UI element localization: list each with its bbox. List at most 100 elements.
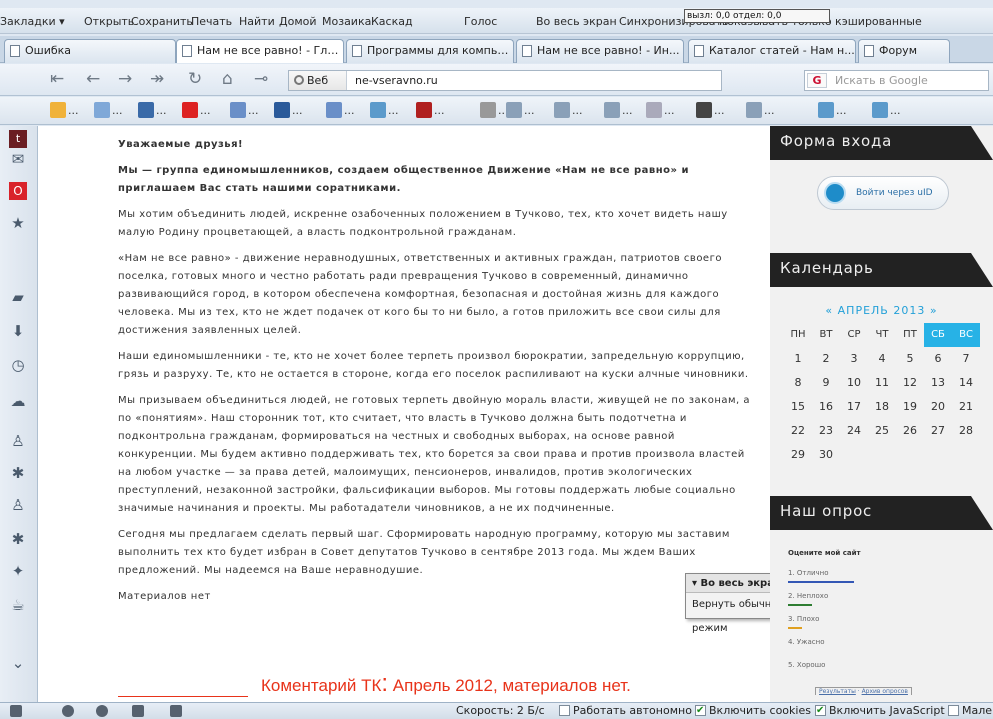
tab-error[interactable]: Ошибка: [4, 39, 176, 63]
menu-save[interactable]: Сохранить: [131, 15, 193, 28]
bookmark-item[interactable]: ...: [370, 102, 399, 120]
calendar-day[interactable]: 6: [924, 347, 952, 371]
menu-mosaic[interactable]: Мозаика: [322, 15, 371, 28]
calendar-day[interactable]: 19: [896, 395, 924, 419]
calendar-day[interactable]: 26: [896, 419, 924, 443]
bookmark-item[interactable]: ...: [182, 102, 211, 120]
puzzle-icon[interactable]: ✦: [9, 562, 27, 580]
expand-icon[interactable]: ⌄: [9, 654, 27, 672]
java-icon[interactable]: ☕: [9, 596, 27, 614]
image-icon[interactable]: [132, 705, 144, 717]
bookmark-item[interactable]: ...: [646, 102, 675, 120]
back-icon[interactable]: ←: [86, 70, 100, 88]
bookmark-item[interactable]: ...: [604, 102, 633, 120]
menu-cascade[interactable]: Каскад: [371, 15, 413, 28]
calendar-day[interactable]: 2: [812, 347, 840, 371]
calendar-day[interactable]: 1: [784, 347, 812, 371]
bookmark-item[interactable]: ...: [818, 102, 847, 120]
calendar-day[interactable]: 27: [924, 419, 952, 443]
bookmark-item[interactable]: ...: [872, 102, 901, 120]
poll-results-link[interactable]: Результаты: [819, 688, 856, 695]
calendar-day[interactable]: 20: [924, 395, 952, 419]
menu-find[interactable]: Найти: [239, 15, 275, 28]
calendar-day[interactable]: 3: [840, 347, 868, 371]
rewind-icon[interactable]: ⇤: [50, 70, 64, 88]
calendar-day[interactable]: 21: [952, 395, 980, 419]
offline-checkbox[interactable]: [559, 705, 570, 716]
calendar-day[interactable]: 15: [784, 395, 812, 419]
calendar-day[interactable]: 8: [784, 371, 812, 395]
menu-fullscreen[interactable]: Во весь экран: [536, 15, 617, 28]
tab-programs[interactable]: Программы для компью...: [346, 39, 514, 63]
bookmark-item[interactable]: ...: [326, 102, 355, 120]
popup-header[interactable]: ▾ Во весь экран: [686, 574, 770, 593]
poll-archive-link[interactable]: Архив опросов: [862, 688, 908, 695]
calendar-day[interactable]: 18: [868, 395, 896, 419]
tab-catalog[interactable]: Каталог статей - Нам н...: [688, 39, 856, 63]
menu-bookmarks[interactable]: Закладки ▾: [0, 15, 65, 28]
tab-forum[interactable]: Форум: [858, 39, 950, 63]
calendar-day[interactable]: 17: [840, 395, 868, 419]
opera-icon[interactable]: O: [9, 182, 27, 200]
reload-icon[interactable]: ↻: [188, 70, 202, 88]
bookmark-item[interactable]: ...: [230, 102, 259, 120]
calendar-day[interactable]: 22: [784, 419, 812, 443]
bookmark-item[interactable]: ...: [696, 102, 725, 120]
calendar-day[interactable]: 10: [840, 371, 868, 395]
bookmark-item[interactable]: ...: [94, 102, 123, 120]
user-icon[interactable]: ♙: [9, 496, 27, 514]
cookies-checkbox[interactable]: [695, 703, 706, 719]
forward-icon[interactable]: →: [118, 70, 132, 88]
bookmark-item[interactable]: ...: [746, 102, 775, 120]
menu-open[interactable]: Открыть: [84, 15, 134, 28]
calendar-day[interactable]: 9: [812, 371, 840, 395]
web-selector[interactable]: Веб: [289, 71, 347, 90]
calendar-day[interactable]: 7: [952, 347, 980, 371]
address-bar[interactable]: Веб ne-vseravno.ru: [288, 70, 722, 91]
more-toggle[interactable]: Мале: [948, 703, 992, 719]
key-icon[interactable]: ⊸: [254, 70, 268, 88]
tab-main-page[interactable]: Нам не все равно! - Гла...: [176, 39, 344, 63]
menu-home[interactable]: Домой: [279, 15, 317, 28]
calendar-day[interactable]: 23: [812, 419, 840, 443]
panel-toggle-icon[interactable]: [10, 705, 22, 717]
calendar-day[interactable]: 29: [784, 443, 812, 467]
search-box[interactable]: G Искать в Google: [804, 70, 989, 91]
calendar-day[interactable]: 16: [812, 395, 840, 419]
bookmark-item[interactable]: ...: [416, 102, 445, 120]
calendar-day[interactable]: 4: [868, 347, 896, 371]
media-icon[interactable]: [170, 705, 182, 717]
fast-forward-icon[interactable]: ↠: [150, 70, 164, 88]
calendar-day[interactable]: 28: [952, 419, 980, 443]
calendar-day[interactable]: 5: [896, 347, 924, 371]
calendar-day[interactable]: 11: [868, 371, 896, 395]
star-icon[interactable]: ★: [9, 214, 27, 232]
cloud-icon[interactable]: [62, 705, 74, 717]
calendar-day[interactable]: 24: [840, 419, 868, 443]
bookmark-item[interactable]: ...: [138, 102, 167, 120]
more-checkbox[interactable]: [948, 705, 959, 716]
history-icon[interactable]: ◷: [9, 356, 27, 374]
user-icon[interactable]: ♙: [9, 432, 27, 450]
star-box-icon[interactable]: ✱: [9, 464, 27, 482]
speedometer-icon[interactable]: [96, 705, 108, 717]
menu-voice[interactable]: Голос: [464, 15, 497, 28]
tab-info[interactable]: Нам не все равно! - Ин...: [516, 39, 684, 63]
uid-login-button[interactable]: Войти через uID: [817, 176, 949, 210]
tumblr-icon[interactable]: t: [9, 130, 27, 148]
javascript-checkbox[interactable]: [815, 703, 826, 719]
cookies-toggle[interactable]: Включить cookies: [695, 703, 811, 719]
calendar-day[interactable]: 30: [812, 443, 840, 467]
calendar-month-nav[interactable]: « АПРЕЛЬ 2013 »: [770, 304, 993, 317]
home-icon[interactable]: ⌂: [222, 70, 233, 88]
notes-icon[interactable]: ▰: [9, 288, 27, 306]
bookmark-item[interactable]: ...: [274, 102, 303, 120]
javascript-toggle[interactable]: Включить JavaScript: [815, 703, 945, 719]
bookmark-item[interactable]: ...: [506, 102, 535, 120]
google-icon[interactable]: G: [807, 73, 827, 88]
mail-icon[interactable]: ✉: [9, 150, 27, 168]
restore-normal-mode[interactable]: Вернуть обычный режим: [686, 593, 770, 641]
bookmark-item[interactable]: ...: [480, 102, 509, 120]
star-box-icon[interactable]: ✱: [9, 530, 27, 548]
cloud-icon[interactable]: ☁: [9, 392, 27, 410]
